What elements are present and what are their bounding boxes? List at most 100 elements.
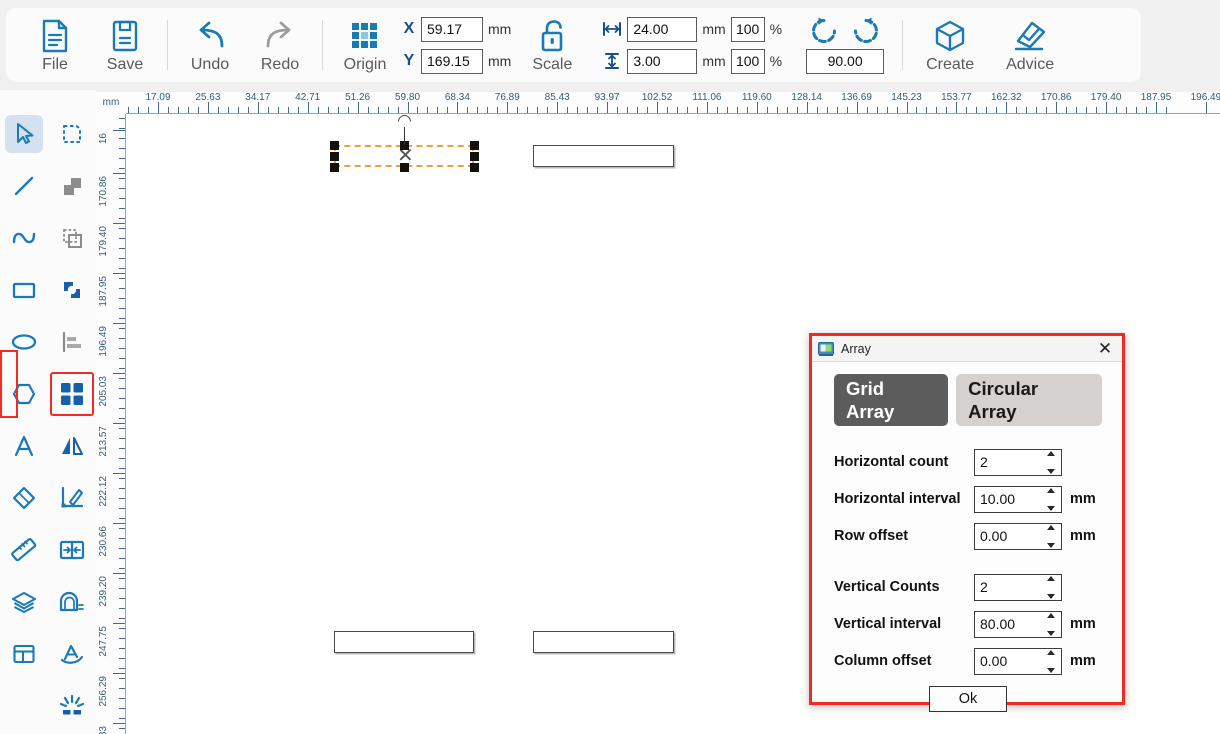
tab-grid-array[interactable]: Grid Array	[834, 374, 949, 427]
rect-top-right[interactable]	[533, 145, 674, 167]
create-label: Create	[926, 56, 975, 73]
y-position-input[interactable]	[421, 48, 483, 74]
rotation-handle-icon[interactable]	[394, 114, 414, 131]
horizontal-interval-stepper[interactable]	[974, 485, 1062, 513]
advice-button[interactable]: Advice	[990, 8, 1070, 82]
array-tool[interactable]	[50, 372, 94, 416]
rotate-counterclockwise-icon[interactable]	[810, 17, 838, 45]
eraser-tool[interactable]	[5, 479, 43, 517]
ruler-tick	[119, 248, 125, 249]
column-offset-arrows[interactable]	[1046, 649, 1059, 673]
distort-tool[interactable]	[53, 635, 91, 673]
intersect-shapes-icon	[60, 278, 84, 302]
horizontal-count-stepper[interactable]	[974, 448, 1062, 476]
ruler-tick	[417, 107, 419, 113]
redo-button[interactable]: Redo	[245, 8, 315, 82]
horizontal-count-label: Horizontal count	[834, 454, 949, 471]
ruler-tick	[119, 438, 125, 439]
vertical-ruler[interactable]: 16 170.86 179.40 187.95 196.49 205.03 213.57 22…	[96, 92, 126, 734]
line-tool[interactable]	[5, 167, 43, 205]
resize-handle[interactable]	[469, 140, 479, 150]
resize-handle[interactable]	[399, 162, 409, 172]
ellipse-tool[interactable]	[5, 323, 43, 361]
spinner-down-icon[interactable]	[1047, 593, 1055, 599]
difference-tool[interactable]	[53, 219, 91, 257]
x-axis-label: X	[403, 20, 415, 37]
ok-button[interactable]: Ok	[929, 686, 1007, 713]
rectangle-tool[interactable]	[5, 271, 43, 309]
node-edit-tool[interactable]	[53, 115, 91, 153]
resize-handle[interactable]	[329, 151, 339, 161]
horizontal-interval-arrows[interactable]	[1046, 487, 1059, 511]
text-tool[interactable]	[5, 427, 43, 465]
fit-width-icon	[59, 538, 85, 562]
resize-handle[interactable]	[469, 151, 479, 161]
x-position-input[interactable]	[421, 16, 483, 42]
ruler-tool[interactable]	[5, 531, 43, 569]
spinner-up-icon[interactable]	[1047, 649, 1055, 655]
vertical-counts-stepper[interactable]	[974, 573, 1062, 601]
ruler-tick	[497, 107, 499, 113]
save-button[interactable]: Save	[90, 8, 160, 82]
close-icon[interactable]: ✕	[1094, 338, 1116, 360]
align-tool[interactable]	[53, 323, 91, 361]
offset-tool[interactable]	[53, 583, 91, 621]
resize-handle[interactable]	[469, 162, 479, 172]
vertical-interval-stepper[interactable]	[974, 610, 1062, 638]
height-percent-input[interactable]	[730, 48, 765, 74]
spinner-up-icon[interactable]	[1047, 487, 1055, 493]
row-offset-arrows[interactable]	[1046, 524, 1059, 548]
spinner-down-icon[interactable]	[1047, 468, 1055, 474]
ruler-major-tick	[113, 673, 125, 674]
resize-handle[interactable]	[329, 162, 339, 172]
ruler-tick	[119, 368, 125, 369]
vertical-interval-arrows[interactable]	[1046, 612, 1059, 636]
width-percent-input[interactable]	[730, 16, 765, 42]
ruler-label: 256.29	[98, 676, 109, 707]
height-input[interactable]	[627, 48, 698, 74]
union-tool[interactable]	[53, 167, 91, 205]
create-button[interactable]: Create	[910, 8, 990, 82]
rotation-input[interactable]	[806, 48, 885, 74]
measure-angle-tool[interactable]	[53, 479, 91, 517]
curve-tool[interactable]	[5, 219, 43, 257]
rotate-clockwise-icon[interactable]	[852, 17, 880, 45]
vertical-counts-arrows[interactable]	[1046, 575, 1059, 599]
spinner-down-icon[interactable]	[1047, 505, 1055, 511]
angle-pen-icon	[59, 485, 85, 511]
selected-shape[interactable]: ✕	[329, 114, 479, 172]
intersect-tool[interactable]	[53, 271, 91, 309]
spinner-up-icon[interactable]	[1047, 575, 1055, 581]
column-offset-stepper[interactable]	[974, 647, 1062, 675]
ruler-tick	[487, 107, 489, 113]
spinner-up-icon[interactable]	[1047, 612, 1055, 618]
scale-button[interactable]: Scale	[517, 8, 587, 82]
layout-tool[interactable]	[5, 635, 43, 673]
select-tool[interactable]	[5, 115, 43, 153]
spinner-down-icon[interactable]	[1047, 630, 1055, 636]
resize-handle[interactable]	[329, 140, 339, 150]
spinner-up-icon[interactable]	[1047, 524, 1055, 530]
file-button[interactable]: File	[20, 8, 90, 82]
mirror-tool[interactable]	[53, 427, 91, 465]
spinner-down-icon[interactable]	[1047, 542, 1055, 548]
spinner-down-icon[interactable]	[1047, 667, 1055, 673]
polygon-tool[interactable]	[5, 375, 43, 413]
fit-width-tool[interactable]	[53, 531, 91, 569]
effects-tool[interactable]	[53, 687, 91, 725]
tab-circular-array[interactable]: Circular Array	[956, 374, 1102, 427]
ruler-unit-label: mm	[96, 92, 126, 114]
ruler-major-tick	[956, 102, 958, 113]
spinner-up-icon[interactable]	[1047, 450, 1055, 456]
horizontal-count-arrows[interactable]	[1046, 450, 1059, 474]
row-offset-stepper[interactable]	[974, 522, 1062, 550]
ruler-major-tick	[1205, 102, 1207, 113]
rect-bottom-right[interactable]	[533, 631, 674, 653]
undo-button[interactable]: Undo	[175, 8, 245, 82]
ruler-tick	[1086, 107, 1088, 113]
origin-button[interactable]: Origin	[330, 8, 400, 82]
horizontal-ruler[interactable]: 17.09 25.63 34.17 42.71 51.26 59.80 68.34 76.89…	[96, 92, 1220, 114]
width-input[interactable]	[627, 16, 698, 42]
layers-tool[interactable]	[5, 583, 43, 621]
rect-bottom-left[interactable]	[334, 631, 474, 653]
